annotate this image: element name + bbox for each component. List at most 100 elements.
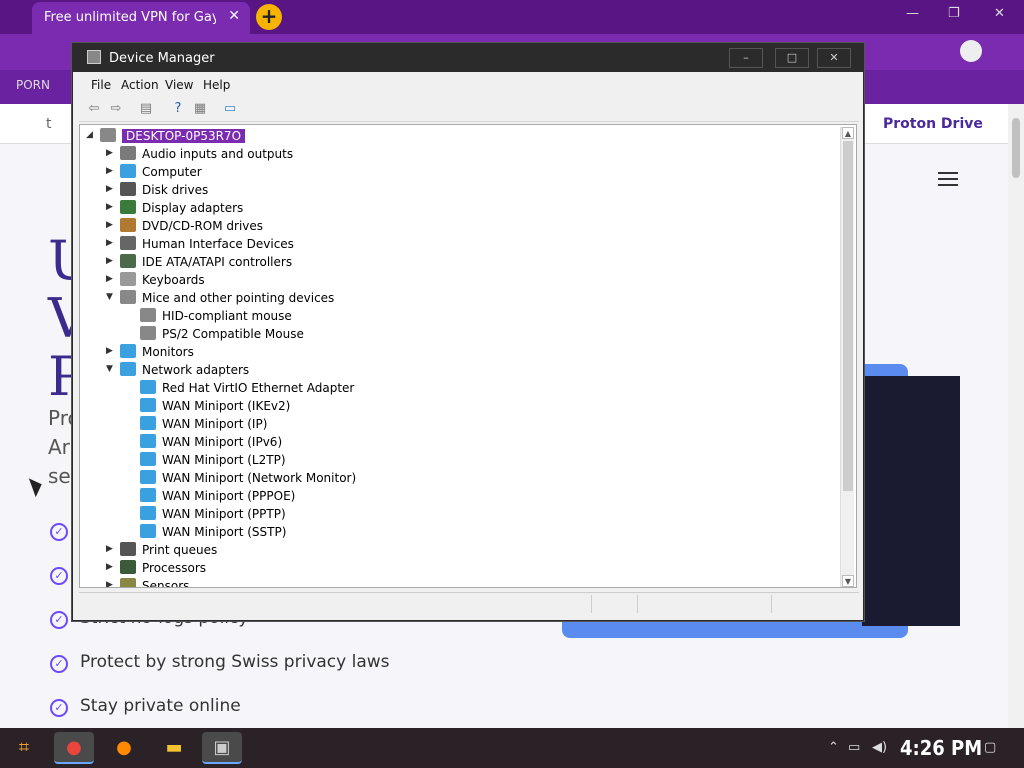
menu-view[interactable]: View	[165, 78, 193, 92]
category-label: Disk drives	[142, 183, 209, 197]
device-category-icon	[120, 254, 136, 268]
device-icon	[140, 326, 156, 340]
device-category-icon	[120, 164, 136, 178]
device-icon	[140, 524, 156, 538]
expand-arrow-icon[interactable]: ▶	[106, 166, 116, 176]
device-manager-taskbar-icon[interactable]: ▣	[202, 732, 242, 764]
close-button[interactable]: ✕	[817, 48, 851, 68]
window-minimize-button[interactable]: —	[906, 6, 919, 21]
volume-icon[interactable]: ◀)	[872, 740, 887, 755]
scrollbar-thumb[interactable]	[843, 141, 853, 491]
start-button-icon[interactable]: ⌗	[4, 732, 44, 764]
profile-avatar-icon[interactable]	[960, 40, 982, 62]
check-icon: ✓	[50, 611, 68, 629]
scrollbar-thumb[interactable]	[1012, 118, 1020, 178]
chrome-taskbar-icon[interactable]: ●	[54, 732, 94, 764]
check-icon: ✓	[50, 699, 68, 717]
taskbar-clock[interactable]: 4:26 PM	[900, 736, 982, 760]
expand-arrow-icon[interactable]: ▶	[106, 562, 116, 572]
title-bar[interactable]: Device Manager – □ ✕	[73, 44, 863, 72]
expand-arrow-icon[interactable]: ▶	[106, 274, 116, 284]
tab-close-icon[interactable]: ✕	[228, 8, 240, 24]
tray-chevron-icon[interactable]: ⌃	[828, 740, 839, 755]
expand-arrow-icon[interactable]: ▶	[106, 184, 116, 194]
category-label: DVD/CD-ROM drives	[142, 219, 264, 233]
device-category-icon	[120, 362, 136, 376]
file-explorer-taskbar-icon[interactable]: ▬	[154, 732, 194, 764]
device-category-icon	[120, 272, 136, 286]
expand-arrow-icon[interactable]: ▶	[106, 256, 116, 266]
window-restore-button[interactable]: ❐	[948, 6, 960, 21]
menu-bar: File Action View Help	[79, 74, 859, 96]
minimize-button[interactable]: –	[729, 48, 763, 68]
menu-action[interactable]: Action	[121, 78, 159, 92]
properties-icon[interactable]: ▦	[191, 101, 209, 117]
category-label: Processors	[142, 561, 207, 575]
help-icon[interactable]: ?	[169, 101, 187, 117]
browser-tab-strip: Free unlimited VPN for Gay Ar ✕ + — ❐ ✕	[0, 0, 1024, 34]
category-label: Human Interface Devices	[142, 237, 294, 251]
expand-arrow-icon[interactable]: ▶	[106, 346, 116, 356]
page-scrollbar[interactable]	[1008, 104, 1024, 728]
forward-arrow-icon[interactable]: ⇨	[107, 101, 125, 117]
device-icon	[140, 416, 156, 430]
device-category-icon	[120, 578, 136, 587]
device-label: WAN Miniport (IPv6)	[162, 435, 283, 449]
collapse-arrow-icon[interactable]: ▼	[106, 364, 116, 374]
feature-item: ✓ Protect by strong Swiss privacy laws	[50, 652, 430, 680]
computer-icon	[100, 128, 116, 142]
proton-drive-link[interactable]: Proton Drive	[883, 116, 983, 132]
menu-icon[interactable]	[938, 168, 958, 190]
notifications-icon[interactable]: ▢	[984, 740, 996, 755]
device-label: WAN Miniport (IP)	[162, 417, 268, 431]
computer-name: DESKTOP-0P53R7O	[122, 129, 246, 143]
device-icon	[140, 452, 156, 466]
collapse-arrow-icon[interactable]: ◢	[86, 130, 96, 140]
expand-arrow-icon[interactable]: ▶	[106, 544, 116, 554]
device-category-icon	[120, 182, 136, 196]
device-category-icon	[120, 236, 136, 250]
expand-arrow-icon[interactable]: ▶	[106, 202, 116, 212]
bookmark-item[interactable]: PORN	[16, 78, 50, 92]
collapse-arrow-icon[interactable]: ▼	[106, 292, 116, 302]
category-label: Print queues	[142, 543, 218, 557]
maximize-button[interactable]: □	[775, 48, 809, 68]
menu-help[interactable]: Help	[203, 78, 230, 92]
tree-scrollbar[interactable]: ▲ ▼	[840, 127, 854, 587]
world-map-image	[862, 376, 960, 626]
device-label: Red Hat VirtIO Ethernet Adapter	[162, 381, 355, 395]
menu-file[interactable]: File	[91, 78, 111, 92]
device-label: WAN Miniport (L2TP)	[162, 453, 286, 467]
scroll-up-arrow-icon[interactable]: ▲	[842, 127, 854, 139]
network-icon[interactable]: ▭	[848, 740, 860, 755]
category-label: Display adapters	[142, 201, 244, 215]
new-tab-button[interactable]: +	[256, 4, 282, 30]
firefox-taskbar-icon[interactable]: ●	[104, 732, 144, 764]
expand-arrow-icon[interactable]: ▶	[106, 238, 116, 248]
check-icon: ✓	[50, 567, 68, 585]
device-label: HID-compliant mouse	[162, 309, 292, 323]
device-tree: ◢ DESKTOP-0P53R7O ▲ ▼ ▶ Audio inputs and …	[79, 124, 857, 588]
device-label: WAN Miniport (SSTP)	[162, 525, 287, 539]
check-icon: ✓	[50, 523, 68, 541]
category-label: IDE ATA/ATAPI controllers	[142, 255, 293, 269]
device-manager-icon	[87, 50, 101, 64]
twitter-icon[interactable]: t	[46, 116, 52, 132]
show-hide-tree-icon[interactable]: ▤	[137, 101, 155, 117]
expand-arrow-icon[interactable]: ▶	[106, 220, 116, 230]
window-close-button[interactable]: ✕	[994, 6, 1005, 21]
device-icon	[140, 398, 156, 412]
device-icon	[140, 434, 156, 448]
back-arrow-icon[interactable]: ⇦	[85, 101, 103, 117]
scroll-down-arrow-icon[interactable]: ▼	[842, 575, 854, 587]
expand-arrow-icon[interactable]: ▶	[106, 580, 116, 587]
scan-hardware-icon[interactable]: ▭	[221, 101, 239, 117]
category-label: Computer	[142, 165, 202, 179]
window-title: Device Manager	[109, 51, 215, 66]
toolbar: ⇦ ⇨ ▤ ? ▦ ▭	[79, 98, 859, 122]
browser-tab[interactable]: Free unlimited VPN for Gay Ar ✕	[32, 2, 250, 34]
category-label: Monitors	[142, 345, 194, 359]
feature-item: ✓ Stay private online	[50, 696, 430, 724]
expand-arrow-icon[interactable]: ▶	[106, 148, 116, 158]
tab-title: Free unlimited VPN for Gay Ar	[44, 10, 216, 25]
